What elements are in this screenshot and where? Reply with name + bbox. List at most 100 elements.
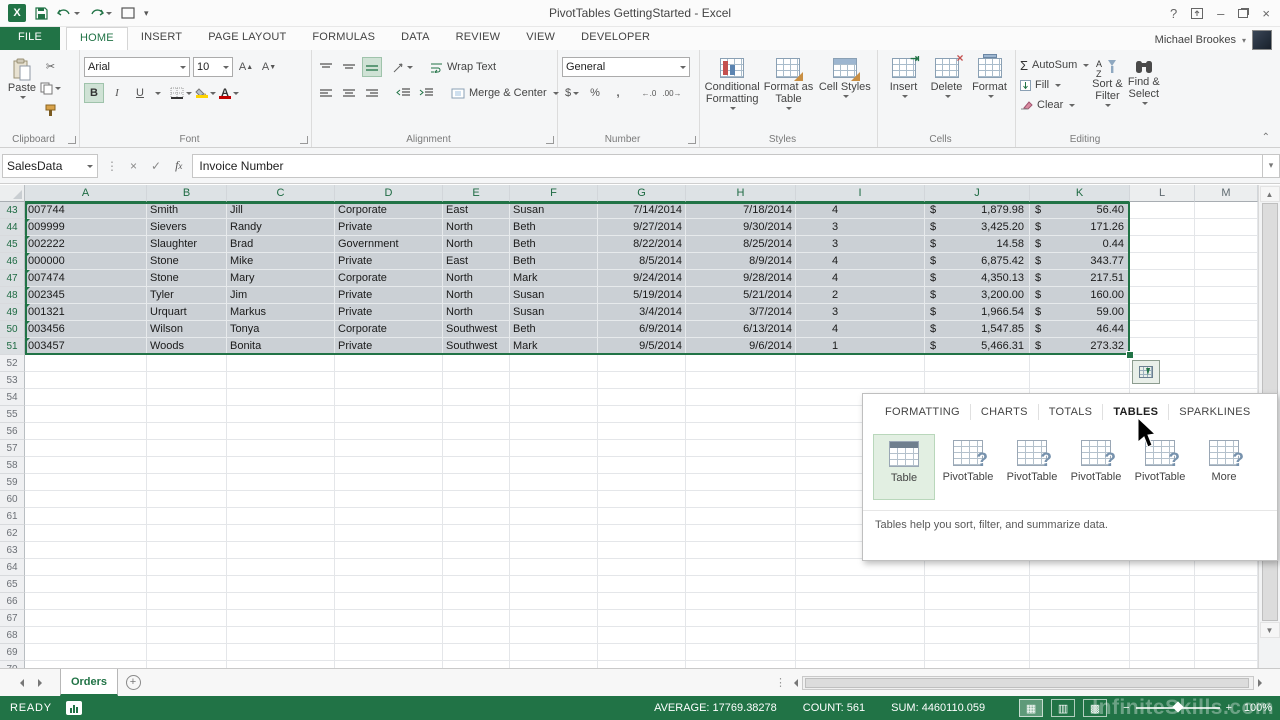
cell-C68[interactable] bbox=[227, 627, 335, 644]
row-header-45[interactable]: 45 bbox=[0, 236, 25, 253]
cell-K70[interactable] bbox=[1030, 661, 1130, 668]
cell-A57[interactable] bbox=[25, 440, 147, 457]
cell-H54[interactable] bbox=[686, 389, 796, 406]
cell-A54[interactable] bbox=[25, 389, 147, 406]
cell-A65[interactable] bbox=[25, 576, 147, 593]
underline-button[interactable]: U bbox=[130, 83, 150, 103]
cell-F62[interactable] bbox=[510, 525, 598, 542]
cell-K49[interactable]: $59.00 bbox=[1030, 304, 1130, 321]
cell-J51[interactable]: $5,466.31 bbox=[925, 338, 1030, 355]
close-button[interactable]: × bbox=[1262, 6, 1270, 21]
row-header-59[interactable]: 59 bbox=[0, 474, 25, 491]
row-header-61[interactable]: 61 bbox=[0, 508, 25, 525]
page-layout-view-button[interactable]: ▥ bbox=[1051, 699, 1076, 717]
delete-cells-button[interactable]: × Delete bbox=[925, 52, 968, 132]
cell-D58[interactable] bbox=[335, 457, 443, 474]
cell-A50[interactable]: 003456 bbox=[25, 321, 147, 338]
row-header-62[interactable]: 62 bbox=[0, 525, 25, 542]
clear-button[interactable]: Clear bbox=[1020, 96, 1089, 114]
cell-F64[interactable] bbox=[510, 559, 598, 576]
cell-G47[interactable]: 9/24/2014 bbox=[598, 270, 686, 287]
cell-A53[interactable] bbox=[25, 372, 147, 389]
cell-J44[interactable]: $3,425.20 bbox=[925, 219, 1030, 236]
cell-C62[interactable] bbox=[227, 525, 335, 542]
cell-L48[interactable] bbox=[1130, 287, 1195, 304]
format-cells-button[interactable]: Format bbox=[968, 54, 1011, 132]
cell-E51[interactable]: Southwest bbox=[443, 338, 510, 355]
account-area[interactable]: Michael Brookes ▾ bbox=[1155, 30, 1280, 50]
cell-B57[interactable] bbox=[147, 440, 227, 457]
cell-D48[interactable]: Private bbox=[335, 287, 443, 304]
tab-formulas[interactable]: FORMULAS bbox=[299, 27, 388, 50]
cell-B69[interactable] bbox=[147, 644, 227, 661]
cell-B62[interactable] bbox=[147, 525, 227, 542]
cell-M44[interactable] bbox=[1195, 219, 1258, 236]
cell-I45[interactable]: 3 bbox=[796, 236, 925, 253]
cell-C60[interactable] bbox=[227, 491, 335, 508]
cell-D50[interactable]: Corporate bbox=[335, 321, 443, 338]
hscroll-left-button[interactable] bbox=[790, 678, 798, 687]
cell-M65[interactable] bbox=[1195, 576, 1258, 593]
cell-G66[interactable] bbox=[598, 593, 686, 610]
cell-K64[interactable] bbox=[1030, 559, 1130, 576]
cell-E56[interactable] bbox=[443, 423, 510, 440]
cell-D64[interactable] bbox=[335, 559, 443, 576]
alignment-dialog-launcher[interactable] bbox=[546, 136, 554, 144]
orientation-button[interactable] bbox=[393, 57, 413, 77]
tab-view[interactable]: VIEW bbox=[513, 27, 568, 50]
sort-filter-button[interactable]: AZ Sort & Filter bbox=[1089, 54, 1125, 132]
cell-G62[interactable] bbox=[598, 525, 686, 542]
fill-color-button[interactable] bbox=[195, 83, 216, 103]
cell-G68[interactable] bbox=[598, 627, 686, 644]
cell-G57[interactable] bbox=[598, 440, 686, 457]
row-header-57[interactable]: 57 bbox=[0, 440, 25, 457]
cell-A48[interactable]: 002345 bbox=[25, 287, 147, 304]
insert-function-button[interactable]: fx bbox=[175, 158, 182, 173]
insert-cells-button[interactable]: ⇥ Insert bbox=[882, 53, 925, 132]
row-header-48[interactable]: 48 bbox=[0, 287, 25, 304]
cell-C58[interactable] bbox=[227, 457, 335, 474]
cell-C50[interactable]: Tonya bbox=[227, 321, 335, 338]
conditional-formatting-button[interactable]: Conditional Formatting bbox=[704, 54, 760, 132]
cell-K46[interactable]: $343.77 bbox=[1030, 253, 1130, 270]
cell-G44[interactable]: 9/27/2014 bbox=[598, 219, 686, 236]
cell-F69[interactable] bbox=[510, 644, 598, 661]
cell-M45[interactable] bbox=[1195, 236, 1258, 253]
next-sheet-button[interactable] bbox=[38, 678, 46, 687]
cell-C70[interactable] bbox=[227, 661, 335, 668]
cell-B68[interactable] bbox=[147, 627, 227, 644]
cell-E65[interactable] bbox=[443, 576, 510, 593]
cell-G69[interactable] bbox=[598, 644, 686, 661]
italic-button[interactable]: I bbox=[107, 83, 127, 103]
cell-B56[interactable] bbox=[147, 423, 227, 440]
cell-F60[interactable] bbox=[510, 491, 598, 508]
cell-C55[interactable] bbox=[227, 406, 335, 423]
format-as-table-button[interactable]: Format as Table bbox=[760, 54, 816, 132]
cell-C66[interactable] bbox=[227, 593, 335, 610]
cell-C54[interactable] bbox=[227, 389, 335, 406]
align-left-button[interactable] bbox=[316, 83, 336, 103]
cell-A69[interactable] bbox=[25, 644, 147, 661]
row-header-68[interactable]: 68 bbox=[0, 627, 25, 644]
cell-H49[interactable]: 3/7/2014 bbox=[686, 304, 796, 321]
cell-H50[interactable]: 6/13/2014 bbox=[686, 321, 796, 338]
cell-B58[interactable] bbox=[147, 457, 227, 474]
cell-E49[interactable]: North bbox=[443, 304, 510, 321]
cell-D47[interactable]: Corporate bbox=[335, 270, 443, 287]
cell-H44[interactable]: 9/30/2014 bbox=[686, 219, 796, 236]
cell-G60[interactable] bbox=[598, 491, 686, 508]
cell-L67[interactable] bbox=[1130, 610, 1195, 627]
cell-F53[interactable] bbox=[510, 372, 598, 389]
column-header-H[interactable]: H bbox=[686, 185, 796, 202]
column-header-J[interactable]: J bbox=[925, 185, 1030, 202]
cell-C48[interactable]: Jim bbox=[227, 287, 335, 304]
cell-L70[interactable] bbox=[1130, 661, 1195, 668]
qa-tab-charts[interactable]: CHARTS bbox=[971, 404, 1039, 420]
cell-F59[interactable] bbox=[510, 474, 598, 491]
cell-G45[interactable]: 8/22/2014 bbox=[598, 236, 686, 253]
cell-A64[interactable] bbox=[25, 559, 147, 576]
cell-F56[interactable] bbox=[510, 423, 598, 440]
cell-A62[interactable] bbox=[25, 525, 147, 542]
cell-J70[interactable] bbox=[925, 661, 1030, 668]
cell-E57[interactable] bbox=[443, 440, 510, 457]
